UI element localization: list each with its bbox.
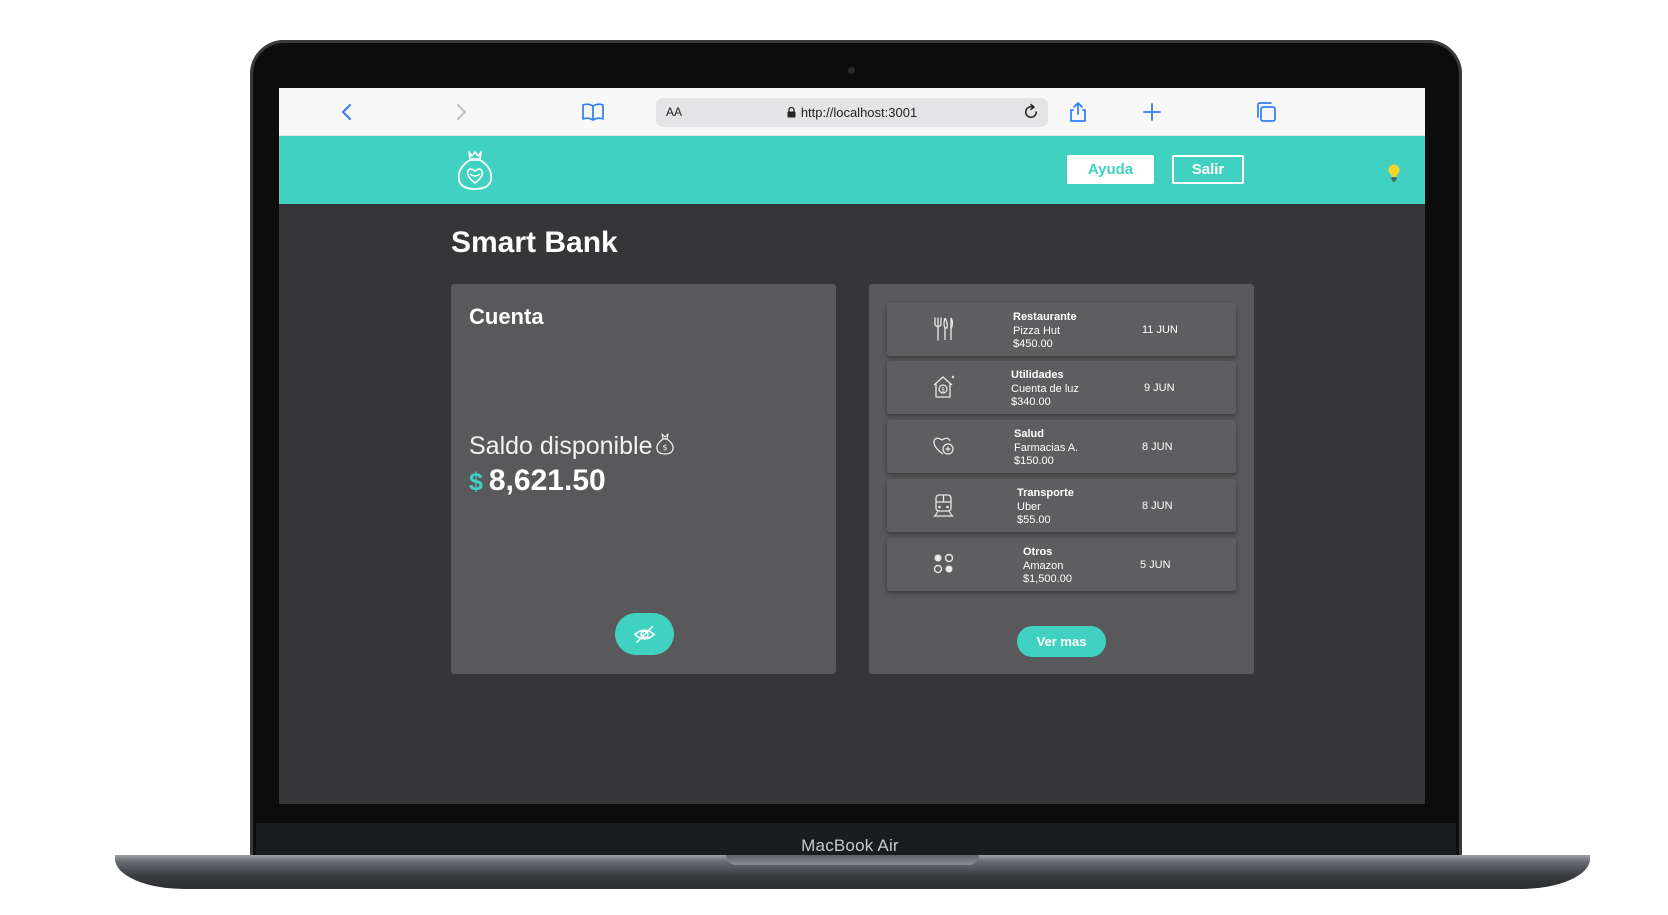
transaction-category: Utilidades: [1011, 369, 1064, 381]
balance-amount: 8,621.50: [488, 464, 606, 497]
transaction-details: Otros Amazon $1,500.00: [1023, 546, 1072, 587]
currency-symbol: $: [469, 468, 483, 496]
balance-label-wrap: Saldo disponible $: [469, 432, 676, 461]
camera: [848, 67, 855, 74]
forward-icon[interactable]: [449, 100, 473, 124]
transaction-row[interactable]: Otros Amazon $1,500.00 5 JUN: [887, 538, 1236, 591]
account-card: Cuenta Saldo disponible $ $8,621.50: [451, 284, 836, 674]
transaction-details: Salud Farmacias A. $150.00: [1014, 428, 1078, 469]
address-bar[interactable]: AA http://localhost:3001: [656, 98, 1048, 127]
transaction-details: Transporte Uber $55.00: [1017, 487, 1074, 528]
account-card-title: Cuenta: [469, 304, 544, 329]
transaction-merchant: Cuenta de luz: [1011, 382, 1079, 395]
app-header: Ayuda Salir: [279, 136, 1425, 204]
money-bag-icon: $: [656, 433, 675, 455]
transaction-amount: $340.00: [1011, 396, 1051, 408]
transaction-category: Restaurante: [1013, 311, 1077, 323]
transaction-date: 5 JUN: [1140, 559, 1171, 571]
transaction-category: Transporte: [1017, 487, 1074, 499]
see-more-button[interactable]: Ver mas: [1017, 626, 1106, 657]
back-icon[interactable]: [335, 100, 359, 124]
transaction-merchant: Farmacias A.: [1014, 441, 1079, 454]
heart-health-icon: [930, 432, 957, 460]
transaction-category: Salud: [1014, 428, 1044, 440]
help-button[interactable]: Ayuda: [1067, 155, 1154, 184]
transactions-card: Restaurante Pizza Hut $450.00 11 JUN $ U…: [869, 284, 1254, 674]
toggle-balance-visibility-button[interactable]: [615, 613, 674, 655]
laptop-frame: AA http://localhost:3001 Ayuda Salir Sma…: [0, 0, 1668, 915]
share-icon[interactable]: [1066, 100, 1090, 124]
train-icon: [930, 491, 957, 519]
eye-slash-icon: [633, 626, 656, 643]
transaction-amount: $1,500.00: [1023, 573, 1072, 585]
transaction-amount: $150.00: [1014, 455, 1054, 467]
svg-text:$: $: [941, 387, 945, 394]
logout-button[interactable]: Salir: [1172, 155, 1244, 184]
new-tab-icon[interactable]: [1140, 100, 1164, 124]
device-label: MacBook Air: [801, 836, 899, 855]
svg-text:$: $: [663, 443, 668, 452]
transaction-date: 8 JUN: [1142, 500, 1173, 512]
dots-grid-icon: [930, 550, 957, 578]
transaction-row[interactable]: Restaurante Pizza Hut $450.00 11 JUN: [887, 303, 1236, 356]
house-bill-icon: $: [930, 373, 957, 401]
transaction-merchant: Amazon: [1023, 559, 1064, 572]
lock-icon: [787, 107, 796, 118]
transaction-amount: $55.00: [1017, 514, 1051, 526]
transaction-date: 11 JUN: [1142, 324, 1178, 336]
transaction-details: Restaurante Pizza Hut $450.00: [1013, 311, 1077, 352]
laptop-notch: [726, 855, 979, 865]
bookmarks-icon[interactable]: [581, 100, 605, 124]
balance-amount-wrap: $8,621.50: [469, 464, 606, 498]
reload-icon[interactable]: [1022, 103, 1040, 121]
url-text-wrap: http://localhost:3001: [656, 105, 1048, 120]
balance-label: Saldo disponible: [469, 432, 653, 460]
utensils-icon: [930, 315, 957, 343]
screen: AA http://localhost:3001 Ayuda Salir Sma…: [279, 88, 1425, 804]
transaction-merchant: Uber: [1017, 500, 1041, 513]
transaction-row[interactable]: Salud Farmacias A. $150.00 8 JUN: [887, 420, 1236, 473]
browser-toolbar: AA http://localhost:3001: [279, 88, 1425, 136]
transaction-category: Otros: [1023, 546, 1053, 558]
transaction-merchant: Pizza Hut: [1013, 324, 1061, 337]
money-bag-logo-icon[interactable]: [455, 148, 495, 192]
page-title: Smart Bank: [451, 226, 618, 259]
transaction-details: Utilidades Cuenta de luz $340.00: [1011, 369, 1079, 410]
transaction-amount: $450.00: [1013, 338, 1053, 350]
tabs-overview-icon[interactable]: [1254, 100, 1278, 124]
lightbulb-icon[interactable]: [1387, 163, 1401, 183]
transaction-row[interactable]: $ Utilidades Cuenta de luz $340.00 9 JUN: [887, 361, 1236, 414]
url: http://localhost:3001: [800, 105, 918, 120]
transaction-date: 8 JUN: [1142, 441, 1173, 453]
transaction-row[interactable]: Transporte Uber $55.00 8 JUN: [887, 479, 1236, 532]
transaction-date: 9 JUN: [1144, 382, 1175, 394]
